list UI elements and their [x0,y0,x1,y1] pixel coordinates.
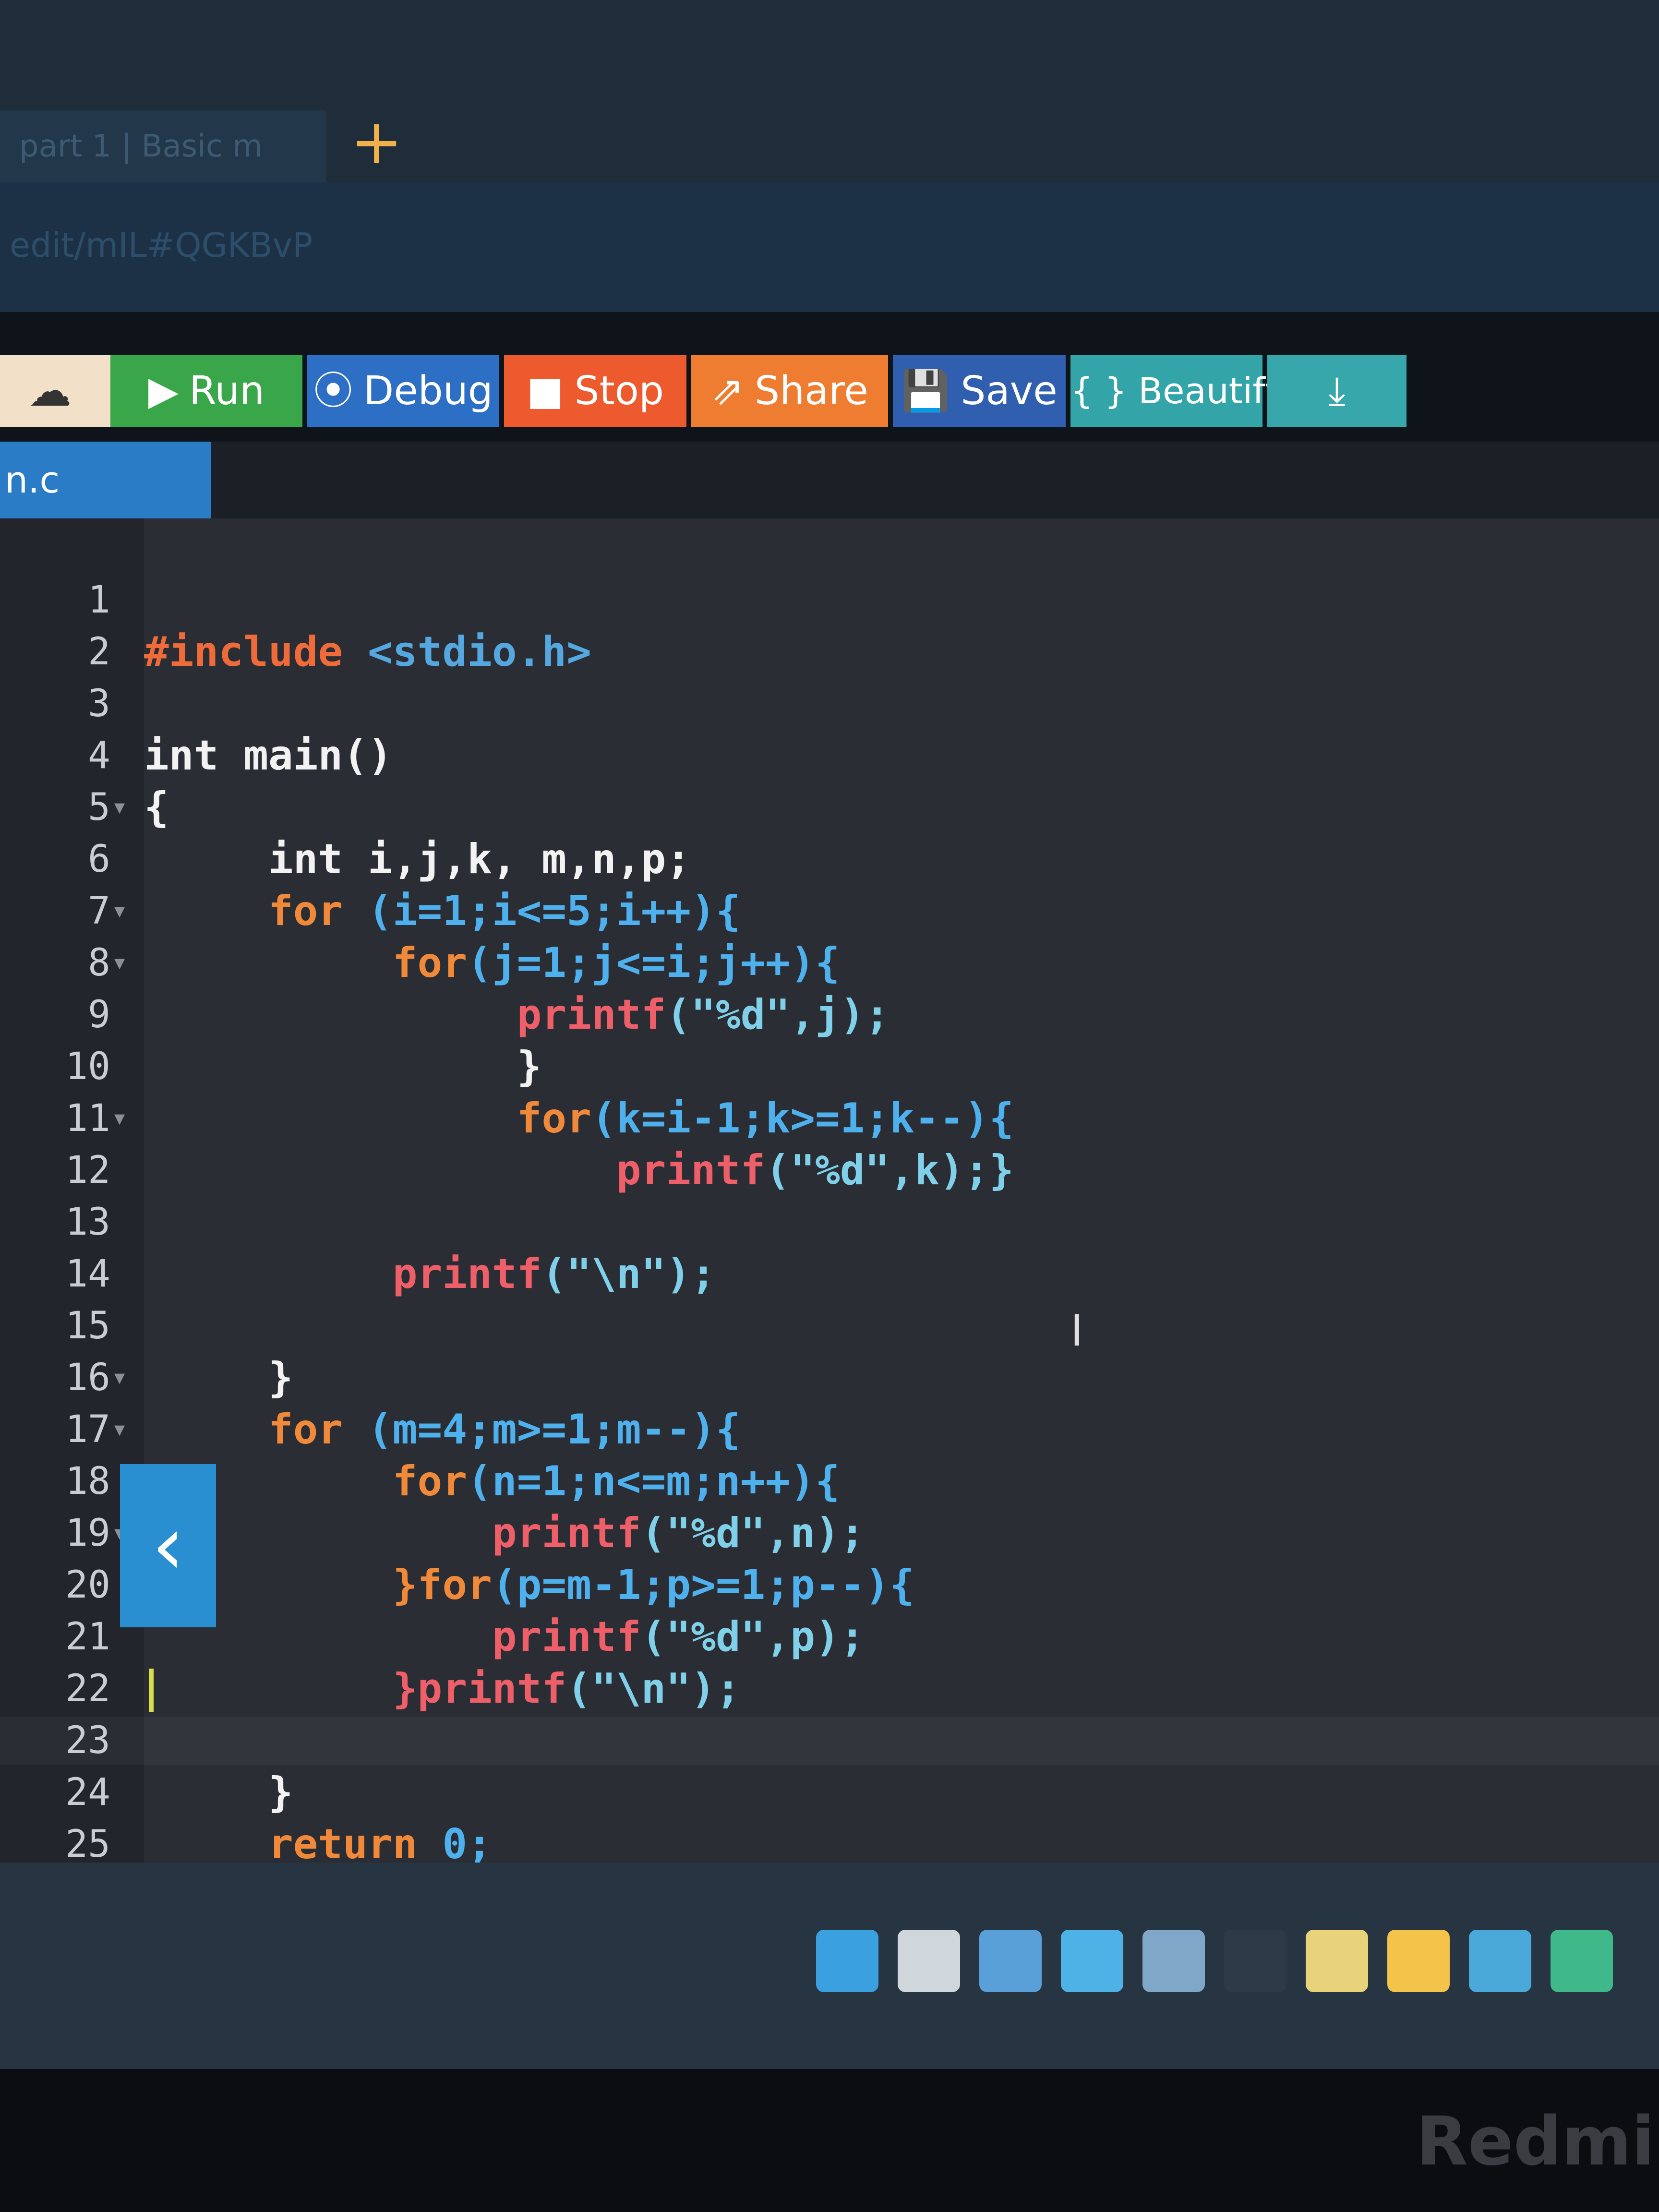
line-number: 2 [88,630,110,673]
code-line-18: for(n=1;n<=m;n++){ [144,1457,840,1505]
code-line-11: for(k=i-1;k>=1;k--){ [144,1094,1014,1142]
code-line-9: printf("%d",j); [144,991,890,1039]
app-icon[interactable] [1469,1930,1531,1992]
new-tab-button[interactable]: + [350,106,403,178]
line-number: 12 [65,1149,110,1192]
address-bar[interactable]: edit/mIL#QGKBvP [0,182,1659,312]
code-line-22: }printf("\n"); [144,1665,741,1713]
run-label: Run [189,368,265,414]
browser-tab[interactable]: part 1 | Basic m [0,110,326,182]
terminal-icon[interactable] [1224,1930,1286,1992]
code-line-5: { [144,783,169,831]
code-line-24: } [144,1768,293,1816]
code-line-14: printf("\n"); [144,1250,716,1298]
text-cursor [149,1669,154,1712]
widgets-icon[interactable] [1061,1930,1123,1992]
task-view-icon[interactable] [979,1930,1042,1992]
line-number: 25 [65,1823,110,1866]
line-number: 10 [65,1045,110,1088]
chat-icon[interactable] [1142,1930,1205,1992]
share-icon: ⇗ [711,368,745,414]
debug-button[interactable]: ⦿ Debug [307,355,499,427]
line-number: 9 [88,993,110,1036]
code-line-10: } [144,1043,542,1091]
line-number: 18 [65,1460,110,1503]
upload-button[interactable]: ☁ [0,355,110,427]
line-number: 6 [88,838,110,881]
download-button[interactable]: ⤓ [1267,355,1407,427]
line-number: 20 [65,1563,110,1607]
code-line-25: return 0; [144,1820,492,1868]
fold-caret-icon[interactable]: ▾ [114,1354,125,1402]
beautify-button[interactable]: { } Beautify [1070,355,1286,427]
fold-caret-icon[interactable]: ▾ [114,887,125,935]
line-number: 14 [65,1252,110,1296]
start-icon[interactable] [816,1930,878,1992]
line-number: 13 [65,1201,110,1244]
mouse-ibeam-icon: I [1070,1306,1083,1356]
line-number: 17 [65,1408,110,1451]
brand-logo: Redmi [1416,2103,1655,2181]
search-icon[interactable] [898,1930,960,1992]
line-number: 3 [88,682,110,725]
url-text: edit/mIL#QGKBvP [10,226,313,265]
code-line-17: for (m=4;m>=1;m--){ [144,1406,741,1454]
share-button[interactable]: ⇗ Share [691,355,888,427]
cloud-upload-icon: ☁ [28,366,72,416]
beautify-label: { } Beautify [1070,371,1286,412]
code-line-21: printf("%d",p); [144,1613,865,1661]
edge-icon[interactable] [1551,1930,1613,1992]
code-line-2: #include <stdio.h> [144,628,591,676]
fold-caret-icon[interactable]: ▾ [114,939,125,987]
collapse-panel-button[interactable]: ‹ [120,1464,216,1627]
line-number: 1 [88,578,110,622]
active-line-highlight [0,1717,1659,1765]
line-number: 22 [65,1667,110,1710]
run-button[interactable]: ▶ Run [110,355,302,427]
line-number: 24 [65,1771,110,1814]
code-line-20: }for(p=m-1;p>=1;p--){ [144,1561,915,1609]
fold-caret-icon[interactable]: ▾ [114,1094,125,1142]
line-number: 4 [88,734,110,777]
file-tab-row [0,442,1659,518]
line-number: 11 [65,1097,110,1140]
chevron-left-icon: ‹ [152,1498,184,1593]
floppy-disk-icon: 💾 [901,368,950,414]
stop-button[interactable]: ■ Stop [504,355,686,427]
photo-scene: part 1 | Basic m + edit/mIL#QGKBvP ☁ ▶ Ru… [0,0,1659,2212]
code-line-7: for (i=1;i<=5;i++){ [144,887,741,935]
download-icon: ⤓ [1328,368,1346,414]
code-line-12: printf("%d",k);} [144,1146,1014,1194]
file-tab-main-c[interactable]: n.c [0,442,211,518]
fold-caret-icon[interactable]: ▾ [114,783,125,831]
line-number: 19 [65,1512,110,1555]
fold-caret-icon[interactable]: ▾ [114,1406,125,1454]
debug-icon: ⦿ [313,368,353,414]
code-line-19: printf("%d",n); [144,1509,865,1557]
debug-label: Debug [363,368,493,414]
code-line-4: int main() [144,732,393,780]
monitor-bezel [0,2069,1659,2212]
line-number: 5 [88,786,110,829]
line-number: 21 [65,1615,110,1659]
play-icon: ▶ [148,368,179,414]
save-button[interactable]: 💾 Save [893,355,1066,427]
stop-label: Stop [574,368,664,414]
store-icon[interactable] [1306,1930,1368,1992]
line-number: 8 [88,941,110,985]
line-number: 23 [65,1719,110,1762]
share-label: Share [755,368,868,414]
stop-icon: ■ [527,368,564,414]
line-number: 16 [65,1356,110,1399]
line-number: 15 [65,1304,110,1347]
line-number: 7 [88,890,110,933]
code-line-6: int i,j,k, m,n,p; [144,835,691,883]
code-line-16: } [144,1354,293,1402]
folder-icon[interactable] [1387,1930,1450,1992]
code-line-8: for(j=1;j<=i;j++){ [144,939,840,987]
save-label: Save [961,368,1058,414]
